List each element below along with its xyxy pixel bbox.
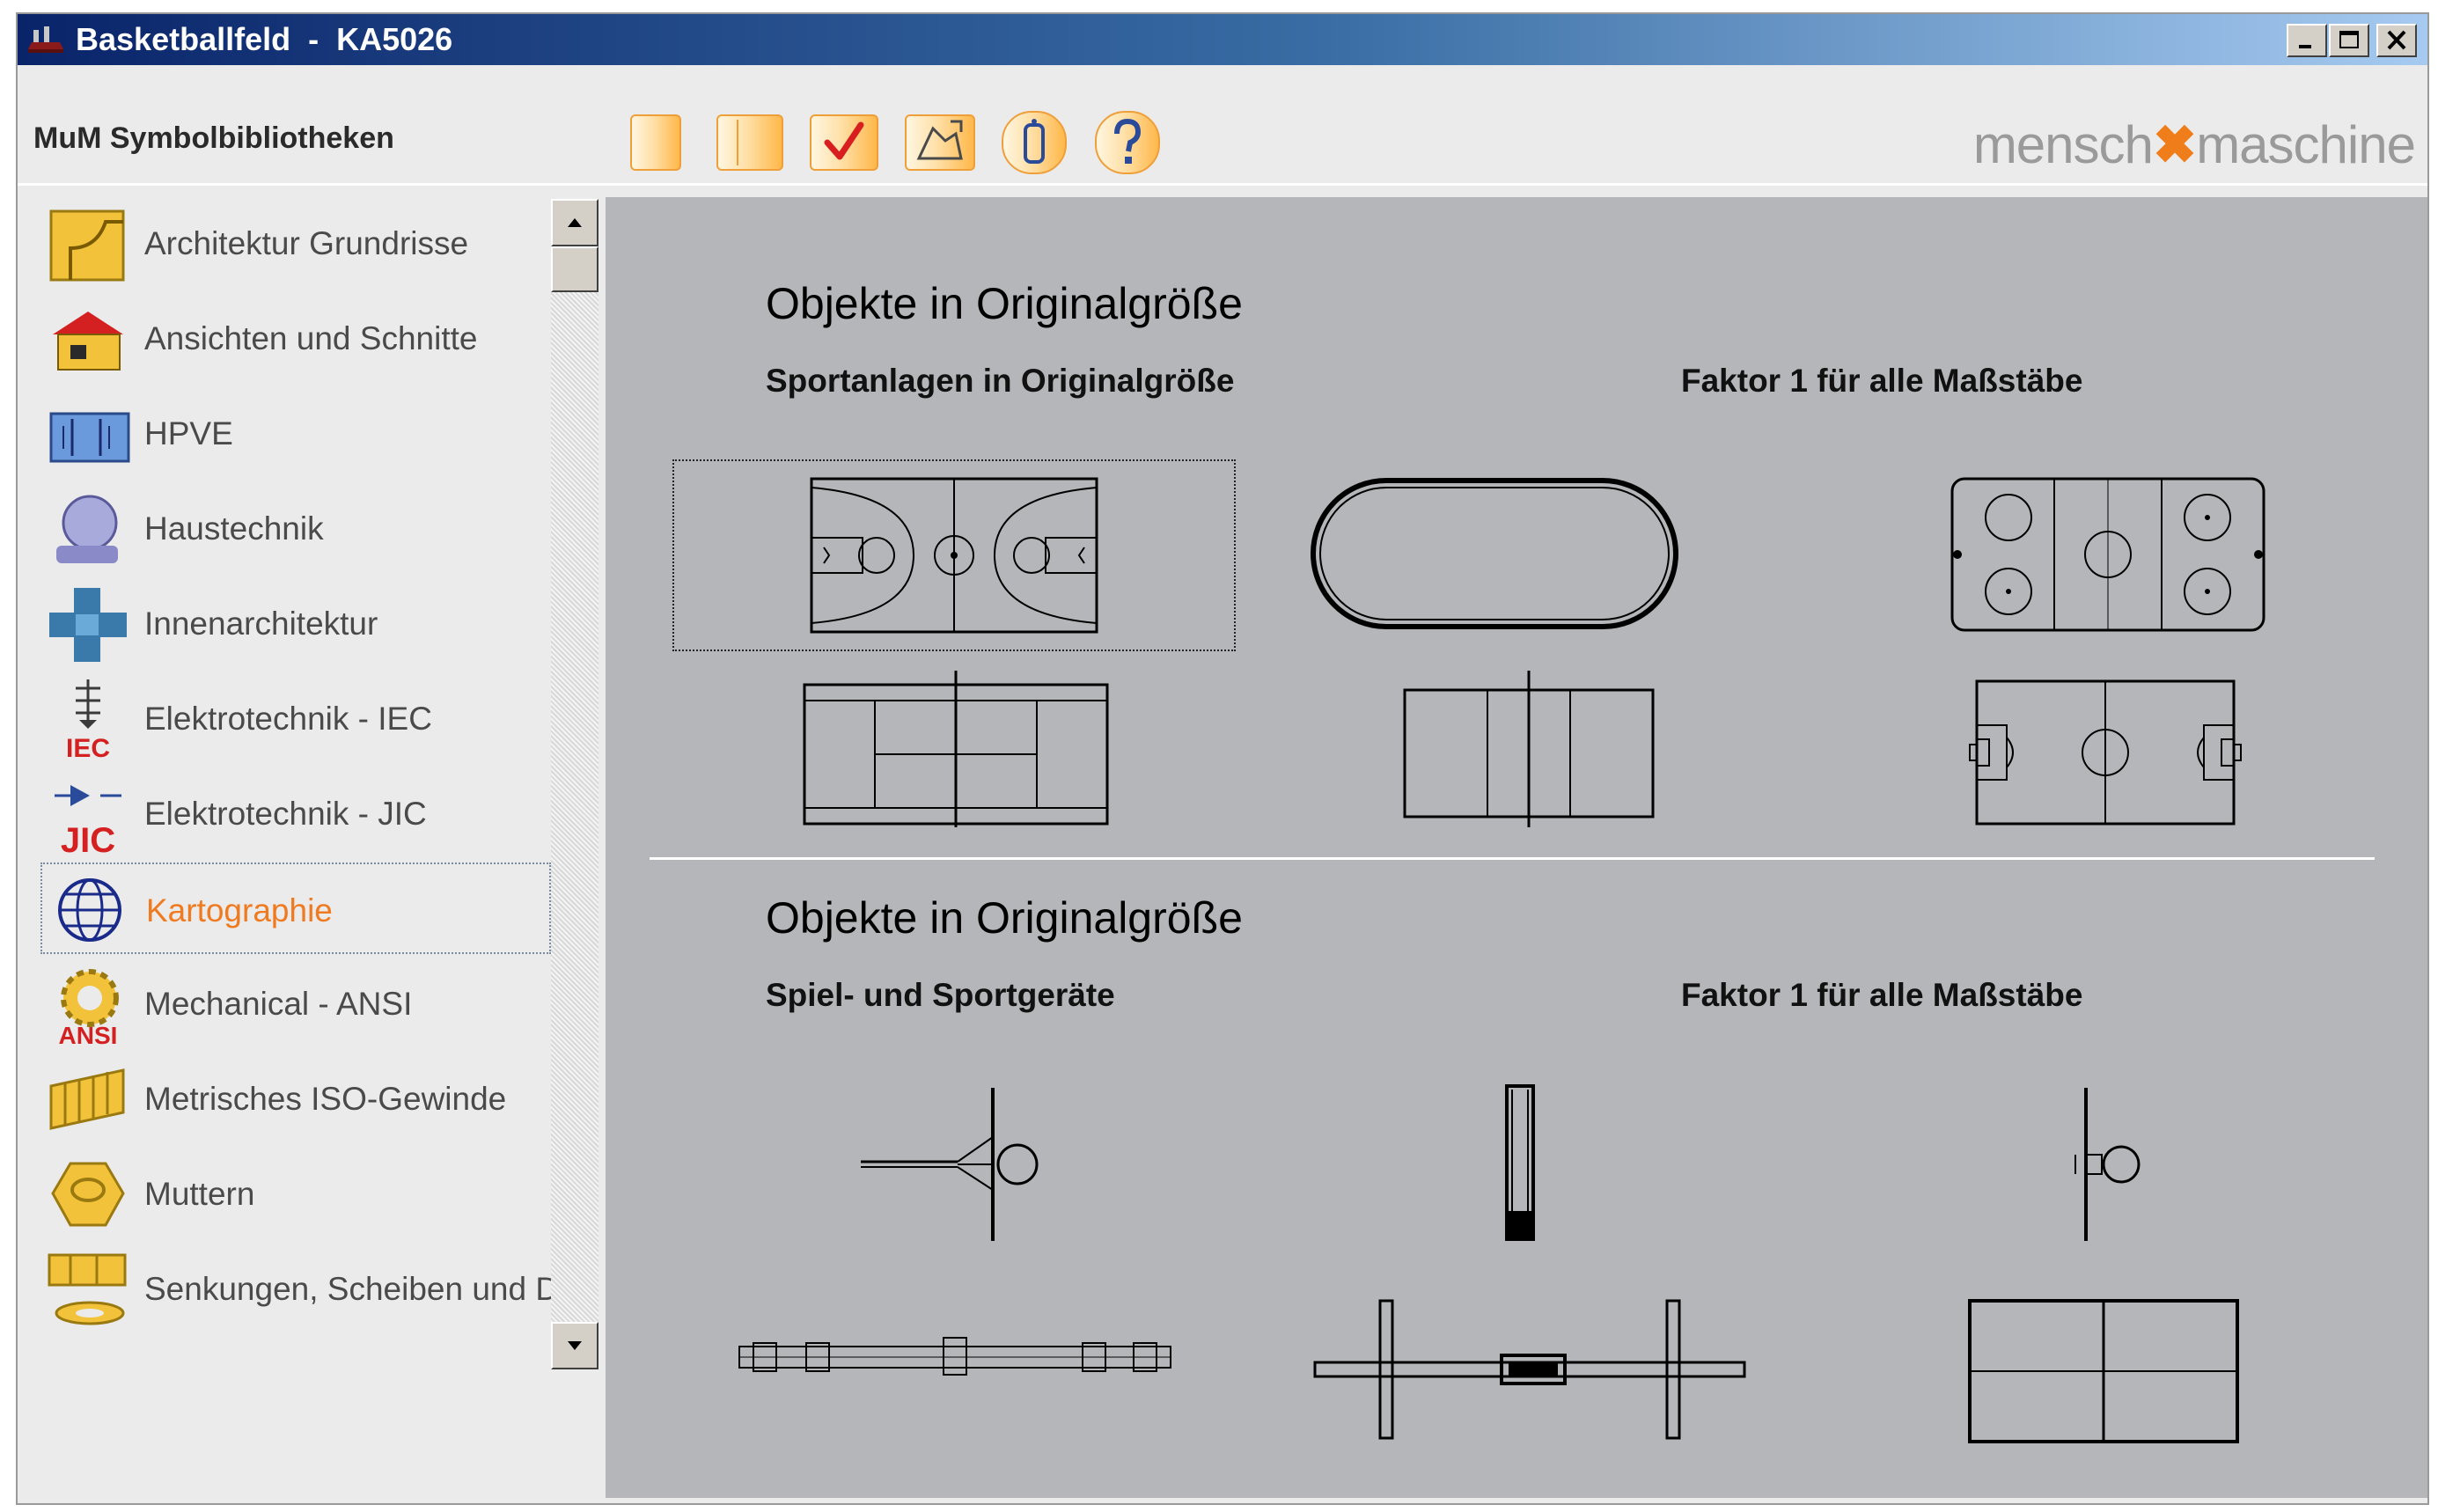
section-title: Objekte in Originalgröße	[766, 893, 1243, 943]
hpve-icon	[49, 412, 130, 463]
new-button[interactable]	[630, 114, 681, 171]
volleyball-court-symbol[interactable]	[1401, 667, 1656, 827]
running-track-symbol[interactable]	[1306, 472, 1685, 635]
scroll-thumb[interactable]	[551, 246, 598, 292]
header: MuM Symbolbibliotheken mensch✖maschine	[18, 65, 2427, 197]
minimize-button[interactable]	[2287, 24, 2327, 57]
title-bar[interactable]: Basketballfeld - KA5026	[18, 14, 2427, 65]
iec-icon: IEC	[66, 679, 110, 760]
checkmark-button[interactable]	[810, 114, 878, 171]
sidebar-item-iso-gewinde[interactable]: Metrisches ISO-Gewinde	[40, 1053, 551, 1144]
section-factor-label: Faktor 1 für alle Maßstäbe	[1681, 363, 2083, 399]
svg-text:JIC: JIC	[61, 821, 115, 855]
basketball-hoop-symbol[interactable]	[859, 1083, 1061, 1244]
jic-icon: JIC	[55, 785, 121, 855]
sidebar-item-label: Ansichten und Schnitte	[144, 320, 478, 356]
goal-post-symbol[interactable]	[1494, 1081, 1547, 1244]
info-icon	[1024, 119, 1045, 164]
seesaw-symbol[interactable]	[1310, 1295, 1750, 1443]
sidebar-item-iec[interactable]: IEC Elektrotechnik - IEC	[40, 672, 551, 764]
sidebar-item-muttern[interactable]: Muttern	[40, 1148, 551, 1239]
close-icon	[2387, 30, 2406, 50]
sidebar-item-hpve[interactable]: HPVE	[40, 387, 551, 479]
scroll-up-button[interactable]	[551, 199, 598, 246]
svg-text:ANSI: ANSI	[59, 1022, 118, 1046]
checkmark-icon	[824, 121, 864, 160]
sidebar: Architektur Grundrisse Ansichten und Sch…	[33, 197, 567, 1496]
section-factor-label: Faktor 1 für alle Maßstäbe	[1681, 977, 2083, 1013]
app-title: MuM Symbolbibliotheken	[33, 121, 394, 155]
sidebar-item-label: Haustechnik	[144, 510, 324, 547]
sidebar-item-jic[interactable]: JIC Elektrotechnik - JIC	[40, 767, 551, 859]
window-title: Basketballfeld - KA5026	[76, 21, 453, 57]
book-button[interactable]	[716, 114, 783, 171]
section-subtitle: Sportanlagen in Originalgröße	[766, 363, 1235, 399]
arrow-down-icon	[568, 1341, 582, 1350]
sidebar-item-label: Architektur Grundrisse	[144, 225, 469, 261]
book-icon	[737, 120, 738, 165]
pipe-icon	[56, 495, 118, 563]
thread-icon	[49, 1068, 125, 1130]
maximize-button[interactable]	[2329, 24, 2369, 57]
app-window: Basketballfeld - KA5026 MuM Symbolbiblio…	[16, 12, 2429, 1505]
scroll-down-button[interactable]	[551, 1322, 598, 1369]
app-icon	[28, 26, 63, 53]
sidebar-item-kartographie[interactable]: Kartographie	[40, 862, 551, 954]
sidebar-item-label: Elektrotechnik - JIC	[144, 796, 427, 832]
insert-button[interactable]	[905, 114, 975, 171]
content-panel: Objekte in Originalgröße Sportanlagen in…	[606, 197, 2427, 1498]
svg-text:IEC: IEC	[66, 734, 110, 760]
furniture-icon	[49, 588, 127, 662]
info-button[interactable]	[1002, 111, 1067, 174]
sidebar-item-label: HPVE	[144, 415, 233, 451]
sidebar-item-senkungen[interactable]: Senkungen, Scheiben und Du	[40, 1243, 567, 1334]
globe-icon	[58, 878, 121, 942]
beam-symbol[interactable]	[736, 1334, 1176, 1378]
nut-icon	[51, 1162, 125, 1227]
minimize-icon	[2299, 45, 2311, 48]
maximize-icon	[2339, 31, 2359, 48]
arrow-up-icon	[568, 218, 582, 227]
header-divider	[18, 183, 2427, 186]
basketball-post-symbol[interactable]	[2067, 1083, 2155, 1244]
help-button[interactable]	[1095, 111, 1160, 174]
sidebar-item-label: Senkungen, Scheiben und Du	[144, 1271, 567, 1307]
company-logo: mensch✖maschine	[1972, 115, 2416, 174]
sidebar-item-architektur[interactable]: Architektur Grundrisse	[40, 197, 551, 289]
tennis-court-symbol[interactable]	[801, 667, 1111, 827]
sidebar-item-label: Kartographie	[146, 892, 333, 928]
close-button[interactable]	[2376, 24, 2417, 57]
section-title: Objekte in Originalgröße	[766, 279, 1243, 328]
sidebar-item-label: Innenarchitektur	[144, 606, 378, 642]
football-field-symbol[interactable]	[1966, 667, 2246, 827]
section-divider	[650, 857, 2375, 860]
new-icon	[632, 116, 679, 169]
section-subtitle: Spiel- und Sportgeräte	[766, 977, 1115, 1013]
sidebar-item-label: Mechanical - ANSI	[144, 986, 413, 1022]
sidebar-item-label: Elektrotechnik - IEC	[144, 701, 432, 737]
sidebar-scrollbar[interactable]	[551, 199, 598, 1369]
house-icon	[53, 312, 123, 371]
help-icon	[1114, 118, 1142, 164]
ice-hockey-rink-symbol[interactable]	[1945, 472, 2271, 635]
sidebar-item-label: Metrisches ISO-Gewinde	[144, 1081, 507, 1117]
sidebar-item-haustechnik[interactable]: Haustechnik	[40, 482, 551, 574]
insert-icon	[916, 120, 963, 160]
sidebar-item-ansichten[interactable]: Ansichten und Schnitte	[40, 292, 551, 384]
gear-icon: ANSI	[59, 969, 119, 1046]
table-tennis-table-symbol[interactable]	[1964, 1295, 2243, 1447]
sidebar-item-mechanical[interactable]: ANSI Mechanical - ANSI	[40, 958, 551, 1049]
sidebar-item-innenarchitektur[interactable]: Innenarchitektur	[40, 577, 551, 669]
sidebar-item-label: Muttern	[144, 1176, 255, 1212]
washer-icon	[48, 1253, 127, 1325]
floorplan-icon	[49, 209, 125, 282]
basketball-court-symbol[interactable]	[672, 459, 1236, 651]
